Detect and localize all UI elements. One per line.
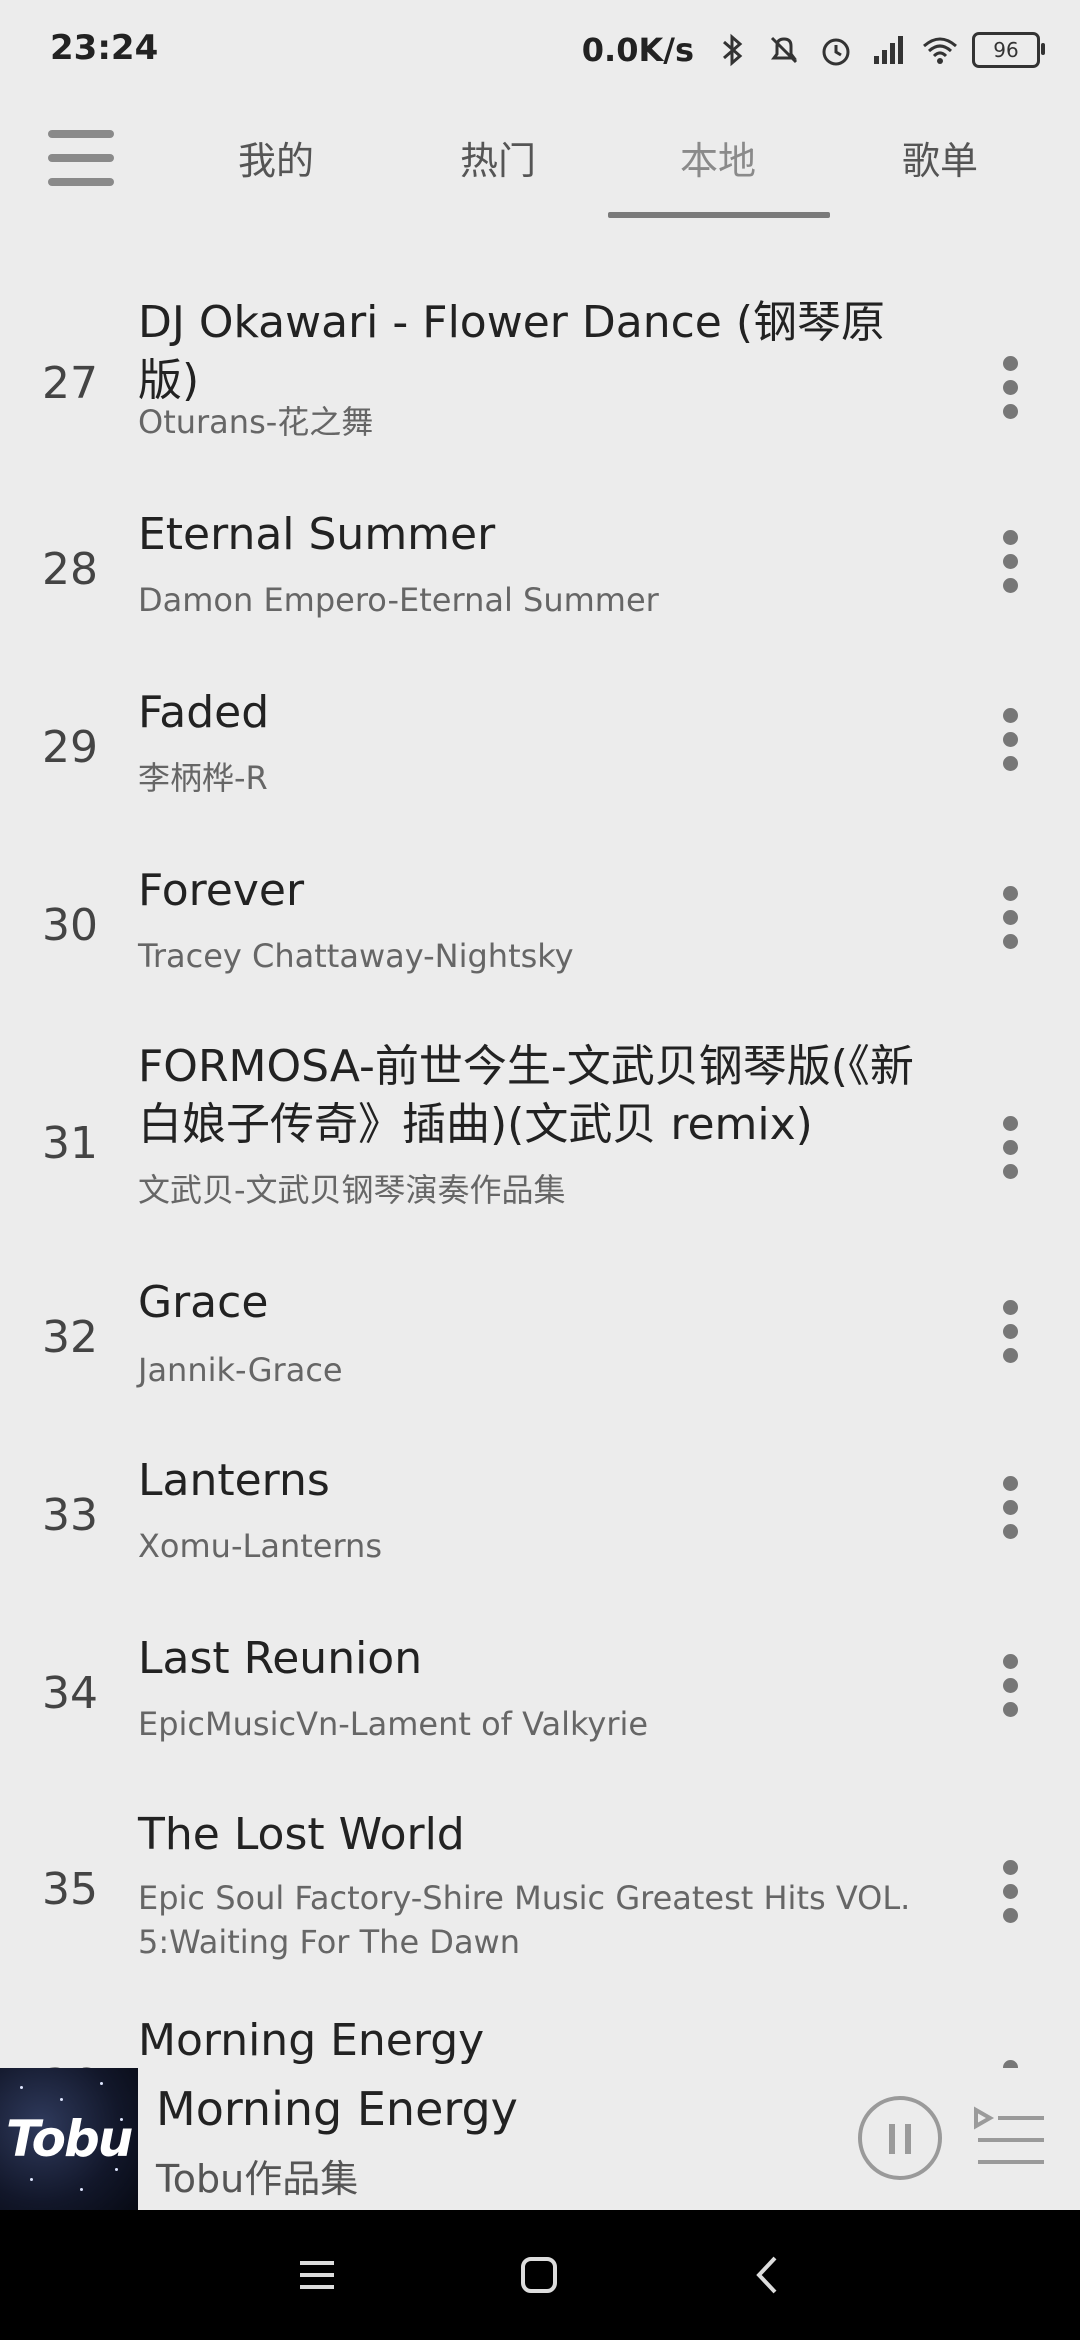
more-options-icon[interactable]	[990, 356, 1030, 420]
song-title: Lanterns	[138, 1455, 330, 1506]
bluetooth-icon	[723, 33, 743, 67]
wifi-icon	[923, 37, 957, 64]
home-icon[interactable]	[514, 2250, 564, 2300]
song-title: Morning Energy	[138, 2015, 485, 2066]
album-art[interactable]: Tobu	[0, 2068, 138, 2210]
track-number: 36	[30, 2060, 110, 2068]
song-subtitle: Jannik-Grace	[138, 1351, 343, 1389]
more-options-icon[interactable]	[990, 1476, 1030, 1540]
hamburger-icon-line	[48, 178, 114, 186]
hamburger-icon-line	[48, 154, 114, 162]
song-subtitle: 文武贝-文武贝钢琴演奏作品集	[138, 1171, 566, 1209]
more-options-icon[interactable]	[990, 530, 1030, 594]
song-title: FORMOSA-前世今生-文武贝钢琴版(《新白娘子传奇》插曲)(文武贝 remi…	[138, 1041, 914, 1150]
active-tab-indicator	[608, 212, 830, 218]
alarm-icon	[822, 38, 850, 66]
status-icons: 0.0K/s 96	[581, 28, 1045, 72]
song-subtitle: EpicMusicVn-Lament of Valkyrie	[138, 1705, 649, 1743]
tab-mine[interactable]: 我的	[166, 130, 386, 190]
system-nav-bar	[0, 2210, 1080, 2340]
list-item[interactable]: 36 Morning Energy	[0, 1998, 1080, 2068]
tab-bar: 我的 热门 本地 歌单	[0, 108, 1080, 226]
more-options-icon[interactable]	[990, 886, 1030, 950]
song-title: DJ Okawari - Flower Dance (钢琴原版)	[138, 297, 885, 406]
list-item[interactable]: 31 FORMOSA-前世今生-文武贝钢琴版(《新白娘子传奇》插曲)(文武贝 r…	[0, 1024, 1080, 1254]
now-playing-bar[interactable]: Tobu Morning Energy Tobu作品集	[0, 2068, 1080, 2210]
song-title: Forever	[138, 865, 305, 916]
track-number: 33	[42, 1490, 98, 1541]
song-title: Faded	[138, 687, 270, 738]
track-number: 31	[42, 1118, 98, 1169]
tab-local[interactable]: 本地	[608, 130, 828, 190]
song-title: Last Reunion	[138, 1633, 423, 1684]
battery-icon: 96	[972, 32, 1045, 68]
song-subtitle: Oturans-花之舞	[138, 403, 374, 441]
song-subtitle: 李柄桦-R	[138, 759, 268, 797]
list-item[interactable]: 32 Grace Jannik-Grace	[0, 1262, 1080, 1432]
song-subtitle: Xomu-Lanterns	[138, 1527, 382, 1565]
list-item[interactable]: 29 Faded 李柄桦-R	[0, 670, 1080, 840]
mute-bell-icon	[770, 36, 798, 64]
song-subtitle: Tracey Chattaway-Nightsky	[138, 937, 574, 975]
more-options-icon[interactable]	[990, 1116, 1030, 1180]
recents-icon[interactable]	[292, 2250, 342, 2300]
song-title: Grace	[138, 1277, 269, 1328]
hamburger-icon	[48, 130, 114, 138]
track-number: 34	[42, 1668, 98, 1719]
track-number: 35	[42, 1864, 98, 1915]
list-item[interactable]: 28 Eternal Summer Damon Empero-Eternal S…	[0, 494, 1080, 664]
more-options-icon[interactable]	[990, 2060, 1030, 2068]
more-options-icon[interactable]	[990, 708, 1030, 772]
now-playing-subtitle: Tobu作品集	[156, 2157, 359, 2201]
song-subtitle: Epic Soul Factory-Shire Music Greatest H…	[138, 1879, 911, 1961]
album-art-text: Tobu	[6, 2110, 133, 2168]
list-item[interactable]: 27 DJ Okawari - Flower Dance (钢琴原版) Otur…	[0, 264, 1080, 464]
more-options-icon[interactable]	[990, 1860, 1030, 1924]
pause-icon-bar	[905, 2124, 911, 2154]
now-playing-title: Morning Energy	[156, 2082, 518, 2136]
list-item[interactable]: 30 Forever Tracey Chattaway-Nightsky	[0, 848, 1080, 1018]
list-item[interactable]: 34 Last Reunion EpicMusicVn-Lament of Va…	[0, 1616, 1080, 1786]
playlist-queue-icon[interactable]	[972, 2104, 1048, 2174]
net-speed: 0.0K/s	[581, 31, 694, 69]
status-bar: 23:24 0.0K/s 96	[0, 0, 1080, 100]
pause-button[interactable]	[858, 2096, 942, 2180]
song-title: The Lost World	[138, 1809, 465, 1860]
track-number: 29	[42, 722, 98, 773]
list-item[interactable]: 35 The Lost World Epic Soul Factory-Shir…	[0, 1792, 1080, 1992]
song-subtitle: Damon Empero-Eternal Summer	[138, 581, 659, 619]
track-number: 30	[42, 900, 98, 951]
track-number: 32	[42, 1312, 98, 1363]
more-options-icon[interactable]	[990, 1300, 1030, 1364]
status-time: 23:24	[50, 28, 159, 68]
tab-playlist[interactable]: 歌单	[830, 130, 1050, 190]
song-list[interactable]: 27 DJ Okawari - Flower Dance (钢琴原版) Otur…	[0, 238, 1080, 2068]
list-item[interactable]: 33 Lanterns Xomu-Lanterns	[0, 1438, 1080, 1608]
menu-button[interactable]	[48, 130, 118, 190]
more-options-icon[interactable]	[990, 1654, 1030, 1718]
song-title: Eternal Summer	[138, 509, 496, 560]
pause-icon	[889, 2124, 895, 2154]
track-number: 28	[42, 544, 98, 595]
tab-popular[interactable]: 热门	[388, 130, 608, 190]
back-icon[interactable]	[744, 2250, 794, 2300]
signal-icon	[874, 36, 903, 64]
track-number: 27	[42, 358, 98, 409]
